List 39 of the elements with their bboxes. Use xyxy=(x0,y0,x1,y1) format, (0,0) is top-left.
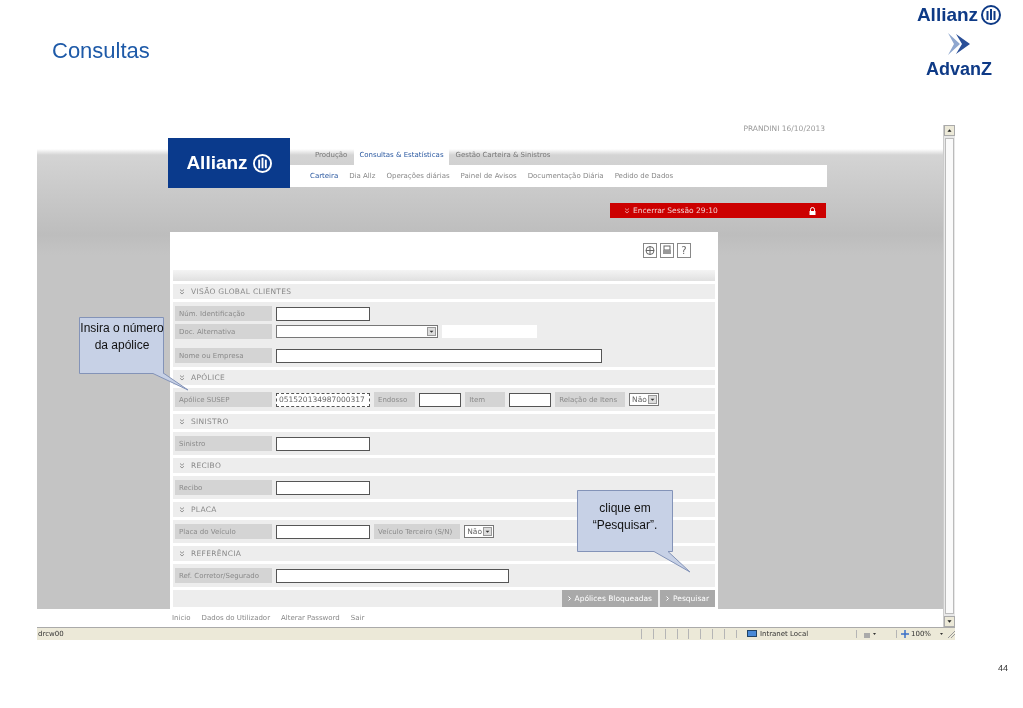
scroll-up-icon[interactable] xyxy=(944,125,955,136)
select-field[interactable] xyxy=(276,325,438,338)
globe-icon[interactable] xyxy=(643,243,657,258)
help-button[interactable]: ? xyxy=(677,243,691,258)
chevron-icon xyxy=(666,596,670,601)
product-name: AdvanZ xyxy=(926,59,992,80)
input-field[interactable] xyxy=(276,524,370,539)
input-field[interactable] xyxy=(509,392,552,407)
input-field[interactable] xyxy=(276,306,370,321)
double-chevron-icon xyxy=(179,374,185,381)
zoom-icon xyxy=(901,630,909,638)
monitor-icon xyxy=(746,630,757,638)
input-field[interactable] xyxy=(276,436,370,451)
double-chevron-icon xyxy=(179,418,185,425)
scroll-down-icon[interactable] xyxy=(944,616,955,627)
double-chevron-icon xyxy=(179,550,185,557)
double-chevron-icon xyxy=(179,288,185,295)
dropdown-arrow-icon xyxy=(427,327,436,336)
chevron-icon xyxy=(567,596,571,601)
double-chevron-icon xyxy=(624,207,630,214)
brand-name: Allianz xyxy=(916,4,979,26)
input-field[interactable] xyxy=(419,392,462,407)
chevron-logo-drawing xyxy=(946,31,972,57)
logo-emblem-icon xyxy=(252,153,272,173)
printer-icon[interactable] xyxy=(660,243,674,258)
slide-title: Consultas xyxy=(52,38,150,64)
input-field[interactable] xyxy=(276,480,370,495)
resize-grip-icon xyxy=(947,630,955,638)
page-number: 44 xyxy=(998,663,1008,673)
scrollbar[interactable] xyxy=(943,125,955,627)
input-field[interactable] xyxy=(276,568,509,583)
double-chevron-icon xyxy=(179,506,185,513)
instruction-tooltip: clique em “Pesquisar”. xyxy=(577,490,691,573)
site-logo: Allianz xyxy=(168,138,290,188)
dropdown-arrow-icon xyxy=(648,395,658,404)
input-field[interactable] xyxy=(276,348,602,363)
double-chevron-icon xyxy=(179,462,185,469)
logo-emblem-icon xyxy=(981,5,1002,25)
dropdown-arrow-icon xyxy=(483,527,493,536)
